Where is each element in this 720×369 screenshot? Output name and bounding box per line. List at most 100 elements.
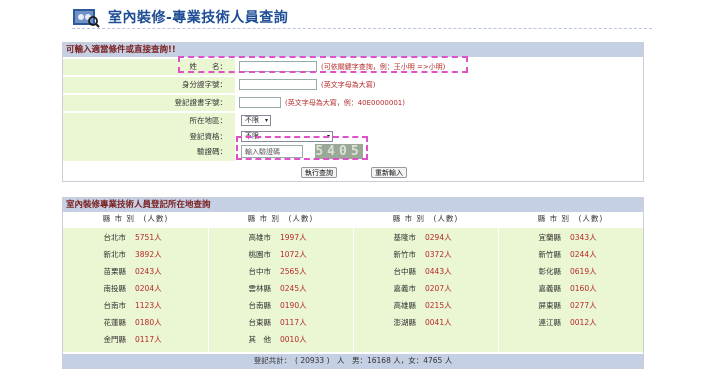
id-hint: (英文字母為大寫) <box>321 81 376 89</box>
city-count: 0117人 <box>135 335 162 344</box>
city-count: 3892人 <box>135 250 162 259</box>
page-header: 室內裝修-專業技術人員查詢 <box>72 4 652 34</box>
city-cell: 新竹縣 0244人 <box>498 247 643 263</box>
city-cell: 基隆市 0294人 <box>353 230 498 246</box>
id-label: 身分證字號： <box>182 80 227 89</box>
captcha-highlight <box>236 136 368 160</box>
city-name: 台北市 <box>103 233 127 242</box>
city-name: 台東縣 <box>248 318 272 327</box>
city-count: 0190人 <box>280 301 307 310</box>
city-cell: 嘉義市 0207人 <box>353 281 498 297</box>
city-name: 連江縣 <box>538 318 562 327</box>
city-cell: 其 他 0010人 <box>208 332 353 348</box>
city-cell: 台南縣 0190人 <box>208 298 353 314</box>
city-name: 高雄縣 <box>393 301 417 310</box>
city-name: 南投縣 <box>103 284 127 293</box>
city-cell: 金門縣 0117人 <box>63 332 208 348</box>
city-count: 1997人 <box>280 233 307 242</box>
city-count: 0160人 <box>570 284 597 293</box>
name-field-highlight <box>178 56 468 73</box>
city-name: 新北市 <box>103 250 127 259</box>
city-cell: 高雄縣 0215人 <box>353 298 498 314</box>
column-divider <box>353 212 354 352</box>
city-count: 2565人 <box>280 267 307 276</box>
city-cell: 連江縣 0012人 <box>498 315 643 331</box>
column-divider <box>498 212 499 352</box>
column-header: 縣 市 別 (人數) <box>247 214 314 223</box>
city-name: 高雄市 <box>248 233 272 242</box>
city-cell: 台北市 5751人 <box>63 230 208 246</box>
location-label: 所在地區： <box>189 116 228 125</box>
city-count: 0372人 <box>425 250 452 259</box>
city-cell: 宜蘭縣 0343人 <box>498 230 643 246</box>
city-cell: 台中縣 0443人 <box>353 264 498 280</box>
select-arrow-icon: ▾ <box>264 117 268 124</box>
city-name: 台中縣 <box>393 267 417 276</box>
city-count: 0443人 <box>425 267 452 276</box>
city-name: 雲林縣 <box>248 284 272 293</box>
city-count: 0343人 <box>570 233 597 242</box>
city-cell: 台中市 2565人 <box>208 264 353 280</box>
search-people-icon <box>73 9 100 28</box>
city-name: 宜蘭縣 <box>538 233 562 242</box>
city-name: 苗栗縣 <box>103 267 127 276</box>
stats-title: 室內裝修專業技術人員登記所在地查詢 <box>63 198 643 212</box>
city-count: 0243人 <box>135 267 162 276</box>
city-count: 1123人 <box>135 301 162 310</box>
city-count: 0204人 <box>135 284 162 293</box>
city-name: 新竹縣 <box>538 250 562 259</box>
city-name: 嘉義縣 <box>538 284 562 293</box>
header-divider <box>72 28 652 29</box>
id-row: 身分證字號： (英文字母為大寫) <box>63 77 643 93</box>
captcha-label: 驗證碼： <box>197 147 227 156</box>
search-form-title: 可輸入適當條件或直接查詢!! <box>63 43 643 57</box>
city-cell: 嘉義縣 0160人 <box>498 281 643 297</box>
city-cell: 新北市 3892人 <box>63 247 208 263</box>
city-cell: 苗栗縣 0243人 <box>63 264 208 280</box>
page-title: 室內裝修-專業技術人員查詢 <box>108 10 289 26</box>
column-header: 縣 市 別 (人數) <box>102 214 169 223</box>
city-count: 0244人 <box>570 250 597 259</box>
city-name: 台南縣 <box>248 301 272 310</box>
city-count: 0207人 <box>425 284 452 293</box>
city-name: 桃園市 <box>248 250 272 259</box>
stats-total: 登記共計： ( 20933 ) 人 男：16168 人，女：4765 人 <box>63 354 643 368</box>
city-name: 嘉義市 <box>393 284 417 293</box>
city-name: 澎湖縣 <box>393 318 417 327</box>
column-header: 縣 市 別 (人數) <box>537 214 604 223</box>
city-count: 5751人 <box>135 233 162 242</box>
city-count: 0277人 <box>570 301 597 310</box>
id-input[interactable] <box>239 79 317 90</box>
city-cell: 桃園市 1072人 <box>208 247 353 263</box>
qual-label: 登記資格： <box>189 132 228 141</box>
city-name: 花蓮縣 <box>103 318 127 327</box>
column-header: 縣 市 別 (人數) <box>392 214 459 223</box>
city-name: 屏東縣 <box>538 301 562 310</box>
location-select[interactable]: 不限 ▾ <box>241 115 271 126</box>
reset-button[interactable]: 重新輸入 <box>371 167 407 178</box>
location-stats: 室內裝修專業技術人員登記所在地查詢 縣 市 別 (人數) 縣 市 別 (人數) … <box>62 197 644 369</box>
reg-input[interactable] <box>239 97 281 108</box>
city-name: 台中市 <box>248 267 272 276</box>
city-cell: 雲林縣 0245人 <box>208 281 353 297</box>
city-cell: 新竹市 0372人 <box>353 247 498 263</box>
city-cell: 屏東縣 0277人 <box>498 298 643 314</box>
city-name: 金門縣 <box>103 335 127 344</box>
city-cell: 台東縣 0117人 <box>208 315 353 331</box>
city-cell: 彰化縣 0619人 <box>498 264 643 280</box>
city-count: 0215人 <box>425 301 452 310</box>
city-cell: 高雄市 1997人 <box>208 230 353 246</box>
city-count: 1072人 <box>280 250 307 259</box>
city-name: 彰化縣 <box>538 267 562 276</box>
submit-button[interactable]: 執行查詢 <box>301 167 337 178</box>
city-count: 0117人 <box>280 318 307 327</box>
city-count: 0619人 <box>570 267 597 276</box>
city-name: 基隆市 <box>393 233 417 242</box>
city-count: 0012人 <box>570 318 597 327</box>
reg-row: 登記證書字號： (英文字母為大寫，例：40E0000001) <box>63 95 643 111</box>
city-count: 0245人 <box>280 284 307 293</box>
city-count: 0180人 <box>135 318 162 327</box>
city-count: 0294人 <box>425 233 452 242</box>
city-count: 0010人 <box>280 335 307 344</box>
city-cell: 台南市 1123人 <box>63 298 208 314</box>
